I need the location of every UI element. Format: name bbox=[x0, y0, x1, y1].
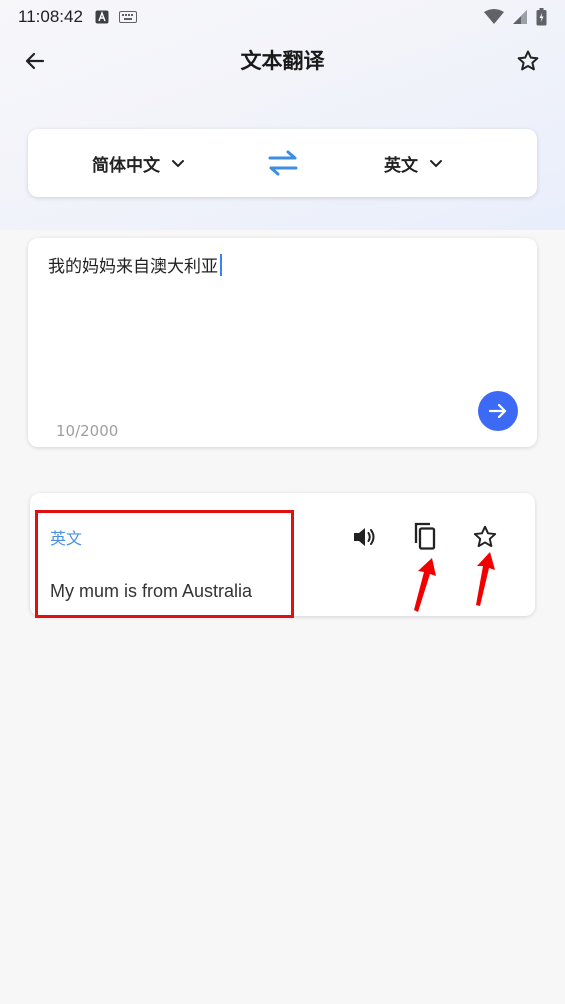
target-language-label: 英文 bbox=[384, 155, 418, 176]
annotation-arrow-icon bbox=[476, 552, 495, 606]
status-bar: 11:08:42 bbox=[0, 0, 565, 34]
copy-icon bbox=[414, 522, 436, 550]
swap-arrows-icon bbox=[268, 150, 298, 176]
speaker-icon bbox=[354, 528, 375, 546]
speak-button[interactable] bbox=[349, 522, 379, 552]
arrow-right-icon bbox=[488, 403, 507, 419]
arrow-left-icon bbox=[25, 52, 45, 70]
source-text-value: 我的妈妈来自澳大利亚 bbox=[48, 257, 218, 277]
character-count: 10/2000 bbox=[56, 422, 119, 440]
input-card: 我的妈妈来自澳大利亚 10/2000 bbox=[28, 238, 537, 447]
app-bar: 文本翻译 bbox=[0, 36, 565, 84]
chevron-down-icon bbox=[430, 160, 442, 168]
source-text-input[interactable]: 我的妈妈来自澳大利亚 bbox=[48, 252, 222, 277]
favorite-result-button[interactable] bbox=[470, 522, 500, 552]
source-language-label: 简体中文 bbox=[92, 155, 160, 176]
cell-signal-icon bbox=[513, 10, 527, 24]
swap-languages-button[interactable] bbox=[266, 149, 300, 177]
app-notification-icon bbox=[95, 10, 109, 24]
translate-button[interactable] bbox=[478, 391, 518, 431]
text-cursor bbox=[220, 253, 222, 276]
status-time: 11:08:42 bbox=[18, 7, 83, 26]
star-outline-icon bbox=[517, 50, 539, 71]
copy-button[interactable] bbox=[410, 521, 440, 551]
back-button[interactable] bbox=[20, 46, 50, 76]
wifi-icon bbox=[484, 9, 504, 24]
annotation-arrow-icon bbox=[414, 558, 436, 612]
battery-icon bbox=[536, 8, 547, 26]
source-language-dropdown[interactable]: 简体中文 bbox=[92, 129, 186, 197]
language-selector-card: 简体中文 英文 bbox=[28, 129, 537, 197]
target-language-dropdown[interactable]: 英文 bbox=[384, 129, 444, 197]
page-title: 文本翻译 bbox=[240, 49, 325, 73]
star-outline-icon bbox=[473, 525, 497, 548]
chevron-down-icon bbox=[172, 160, 184, 168]
annotation-highlight-box bbox=[35, 510, 294, 618]
keyboard-icon bbox=[118, 11, 137, 23]
favorites-button[interactable] bbox=[513, 46, 543, 76]
